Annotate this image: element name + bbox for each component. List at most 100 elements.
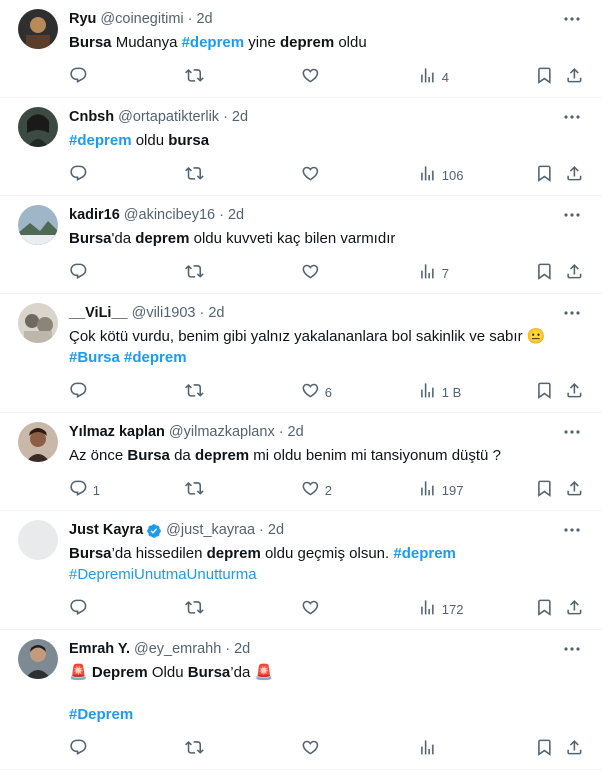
tweet-header: Ryu @coinegitimi · 2d — [69, 10, 586, 29]
user-handle[interactable]: @yilmazkaplanx — [169, 423, 275, 442]
tweet[interactable]: Cnbsh @ortapatikterlik · 2d #deprem oldu bur… — [0, 98, 602, 196]
share-button[interactable] — [565, 57, 584, 97]
user-handle[interactable]: @just_kayraa — [166, 521, 255, 540]
tweet-text-segment: mi oldu benim mi tansiyonum düştü ? — [249, 447, 501, 464]
bookmark-button[interactable] — [535, 57, 554, 97]
retweet-button[interactable] — [185, 155, 209, 195]
like-button[interactable] — [301, 57, 325, 97]
more-icon[interactable] — [562, 208, 582, 220]
reply-button[interactable] — [69, 589, 93, 629]
like-button[interactable] — [301, 253, 325, 293]
like-button[interactable]: 2 — [301, 470, 332, 510]
display-name[interactable]: Yılmaz kaplan — [69, 423, 165, 442]
more-icon[interactable] — [562, 642, 582, 654]
reply-button[interactable] — [69, 57, 93, 97]
more-icon[interactable] — [562, 306, 582, 318]
reply-button[interactable] — [69, 729, 93, 769]
hashtag-link[interactable]: #deprem — [69, 132, 132, 149]
like-button[interactable] — [301, 729, 325, 769]
like-button[interactable]: 6 — [301, 372, 332, 412]
tweet[interactable]: kadir16 @akincibey16 · 2d Bursa'da deprem ol… — [0, 196, 602, 294]
views-button[interactable]: 172 — [418, 589, 463, 629]
views-button[interactable]: 1 B — [418, 372, 461, 412]
tweet[interactable]: __ViLi__ @vili1903 · 2d Çok kötü vurdu, beni… — [0, 294, 602, 413]
more-icon[interactable] — [562, 110, 582, 122]
hashtag-link[interactable]: #deprem — [393, 545, 456, 562]
tweet[interactable]: Emrah Y. @ey_emrahh · 2d 🚨 Deprem Oldu Bursa… — [0, 630, 602, 770]
reply-button[interactable] — [69, 155, 93, 195]
bookmark-button[interactable] — [535, 729, 554, 769]
timestamp[interactable]: 2d — [234, 640, 250, 659]
bookmark-button[interactable] — [535, 470, 554, 510]
display-name[interactable]: Emrah Y. — [69, 640, 130, 659]
avatar[interactable] — [18, 422, 58, 462]
keyword-highlight: deprem — [135, 230, 190, 247]
display-name[interactable]: __ViLi__ — [69, 304, 128, 323]
bookmark-icon — [535, 66, 554, 88]
avatar[interactable] — [18, 9, 58, 49]
display-name[interactable]: Ryu — [69, 10, 96, 29]
reply-button[interactable] — [69, 372, 93, 412]
views-icon — [418, 598, 437, 620]
display-name[interactable]: Just Kayra — [69, 521, 143, 540]
user-handle[interactable]: @akincibey16 — [124, 206, 215, 225]
hashtag-link[interactable]: #DepremiUnutmaUnutturma — [69, 566, 257, 583]
share-button[interactable] — [565, 470, 584, 510]
retweet-button[interactable] — [185, 589, 209, 629]
more-icon[interactable] — [562, 12, 582, 24]
view-count: 7 — [441, 265, 449, 281]
user-handle[interactable]: @coinegitimi — [100, 10, 183, 29]
avatar[interactable] — [18, 303, 58, 343]
timestamp[interactable]: 2d — [232, 108, 248, 127]
share-button[interactable] — [565, 372, 584, 412]
avatar[interactable] — [18, 520, 58, 560]
bookmark-button[interactable] — [535, 253, 554, 293]
hashtag-link[interactable]: #deprem — [182, 34, 245, 51]
avatar[interactable] — [18, 639, 58, 679]
more-icon[interactable] — [562, 523, 582, 535]
timestamp[interactable]: 2d — [268, 521, 284, 540]
timestamp[interactable]: 2d — [288, 423, 304, 442]
views-button[interactable]: 4 — [418, 57, 449, 97]
views-button[interactable]: 7 — [418, 253, 449, 293]
user-handle[interactable]: @ey_emrahh — [134, 640, 221, 659]
user-handle[interactable]: @ortapatikterlik — [118, 108, 219, 127]
bookmark-button[interactable] — [535, 155, 554, 195]
retweet-button[interactable] — [185, 729, 209, 769]
avatar[interactable] — [18, 205, 58, 245]
timestamp[interactable]: 2d — [208, 304, 224, 323]
hashtag-link[interactable]: #Deprem — [69, 706, 133, 723]
timestamp[interactable]: 2d — [196, 10, 212, 29]
retweet-button[interactable] — [185, 57, 209, 97]
reply-button[interactable]: 1 — [69, 470, 100, 510]
retweet-button[interactable] — [185, 253, 209, 293]
separator-dot: · — [278, 424, 284, 440]
display-name[interactable]: kadir16 — [69, 206, 120, 225]
tweet[interactable]: Just Kayra @just_kayraa · 2d Bursa’da hissed… — [0, 511, 602, 630]
share-button[interactable] — [565, 253, 584, 293]
reply-button[interactable] — [69, 253, 93, 293]
share-button[interactable] — [565, 729, 584, 769]
share-button[interactable] — [565, 155, 584, 195]
bookmark-button[interactable] — [535, 372, 554, 412]
hashtag-link[interactable]: #Bursa — [69, 349, 120, 366]
views-button[interactable]: 106 — [418, 155, 463, 195]
display-name[interactable]: Cnbsh — [69, 108, 114, 127]
share-button[interactable] — [565, 589, 584, 629]
retweet-button[interactable] — [185, 470, 209, 510]
like-button[interactable] — [301, 155, 325, 195]
avatar[interactable] — [18, 107, 58, 147]
tweet[interactable]: Yılmaz kaplan @yilmazkaplanx · 2d Az önce Bu… — [0, 413, 602, 511]
views-button[interactable]: 197 — [418, 470, 463, 510]
keyword-highlight: Bursa — [127, 447, 170, 464]
more-icon[interactable] — [562, 425, 582, 437]
bookmark-button[interactable] — [535, 589, 554, 629]
tweet[interactable]: Ryu @coinegitimi · 2d Bursa Mudanya #deprem … — [0, 0, 602, 98]
like-button[interactable] — [301, 589, 325, 629]
timestamp[interactable]: 2d — [228, 206, 244, 225]
retweet-button[interactable] — [185, 372, 209, 412]
views-button[interactable] — [418, 729, 442, 769]
hashtag-link[interactable]: #deprem — [124, 349, 187, 366]
tweet-header: __ViLi__ @vili1903 · 2d — [69, 304, 586, 323]
user-handle[interactable]: @vili1903 — [132, 304, 196, 323]
